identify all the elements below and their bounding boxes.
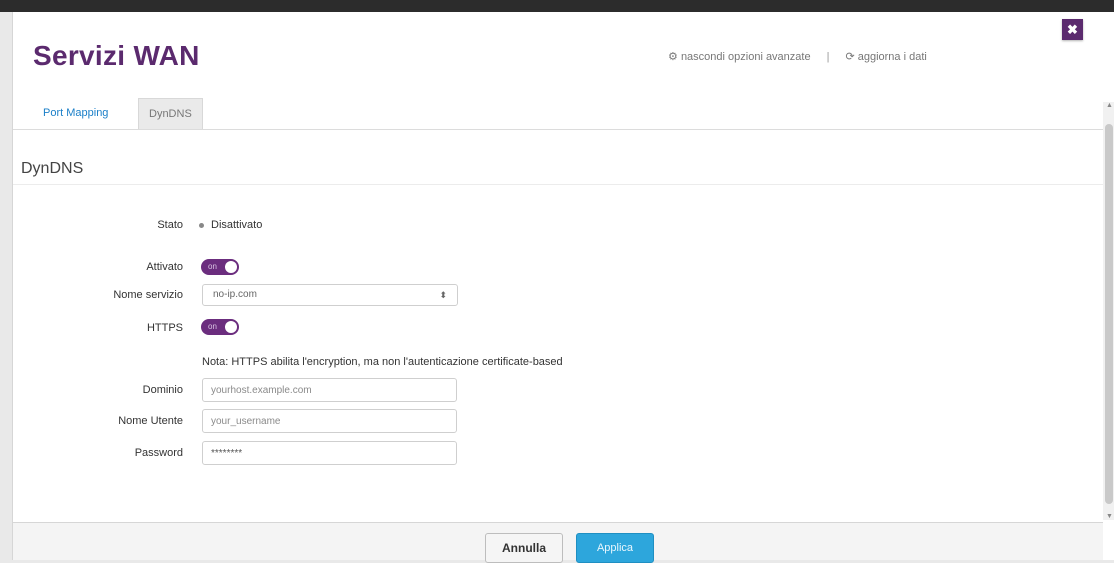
- separator: |: [826, 50, 830, 63]
- https-note: Nota: HTTPS abilita l'encryption, ma non…: [202, 356, 563, 368]
- service-label: Nome servizio: [113, 289, 183, 301]
- toggle-on-label: on: [208, 262, 217, 271]
- username-field[interactable]: [202, 409, 457, 433]
- toggle-knob: [225, 321, 237, 333]
- cancel-button[interactable]: Annulla: [485, 533, 563, 563]
- status-dot-icon: [199, 223, 204, 228]
- tab-port-mapping[interactable]: Port Mapping: [33, 98, 118, 128]
- hide-advanced-label: nascondi opzioni avanzate: [680, 51, 811, 63]
- password-field[interactable]: [202, 441, 457, 465]
- section-divider: [13, 184, 1103, 185]
- service-select[interactable]: no-ip.com ⬍: [202, 284, 458, 306]
- top-bar: [0, 0, 1114, 12]
- chevron-down-icon: ⬍: [439, 290, 447, 300]
- refresh-icon: ⟳: [845, 51, 855, 63]
- toggle-knob: [225, 261, 237, 273]
- hide-advanced-link[interactable]: ⚙ nascondi opzioni avanzate: [668, 50, 811, 63]
- wan-services-dialog: Servizi WAN ⚙ nascondi opzioni avanzate …: [12, 12, 1114, 563]
- header-links: ⚙ nascondi opzioni avanzate | ⟳ aggiorna…: [668, 50, 927, 64]
- scrollbar-thumb[interactable]: [1105, 124, 1113, 504]
- scroll-down-icon[interactable]: ▼: [1106, 513, 1113, 520]
- username-label: Nome Utente: [118, 415, 183, 427]
- page-title: Servizi WAN: [33, 40, 200, 71]
- domain-label: Dominio: [142, 384, 183, 396]
- tab-bar: Port Mapping DynDNS: [13, 90, 1103, 130]
- refresh-link[interactable]: ⟳ aggiorna i dati: [845, 50, 926, 63]
- close-icon: ✖: [1067, 22, 1078, 37]
- scrollbar[interactable]: ▲ ▼: [1103, 102, 1114, 520]
- domain-field[interactable]: [202, 378, 457, 402]
- tab-dyndns[interactable]: DynDNS: [138, 98, 203, 129]
- service-value: no-ip.com: [213, 289, 257, 300]
- https-toggle[interactable]: on: [201, 319, 239, 335]
- password-label: Password: [134, 447, 183, 459]
- close-button[interactable]: ✖: [1062, 19, 1083, 40]
- status-label: Stato: [157, 219, 183, 231]
- apply-button[interactable]: Applica: [576, 533, 654, 563]
- section-title: DynDNS: [21, 160, 84, 177]
- dialog-footer: Annulla Applica: [13, 522, 1103, 563]
- enabled-toggle[interactable]: on: [201, 259, 239, 275]
- scroll-up-icon[interactable]: ▲: [1106, 102, 1113, 109]
- https-label: HTTPS: [146, 322, 183, 334]
- refresh-label: aggiorna i dati: [857, 51, 927, 63]
- enabled-label: Attivato: [146, 261, 183, 273]
- toggle-on-label: on: [208, 322, 217, 331]
- status-value: Disattivato: [211, 219, 263, 231]
- gear-icon: ⚙: [668, 51, 678, 63]
